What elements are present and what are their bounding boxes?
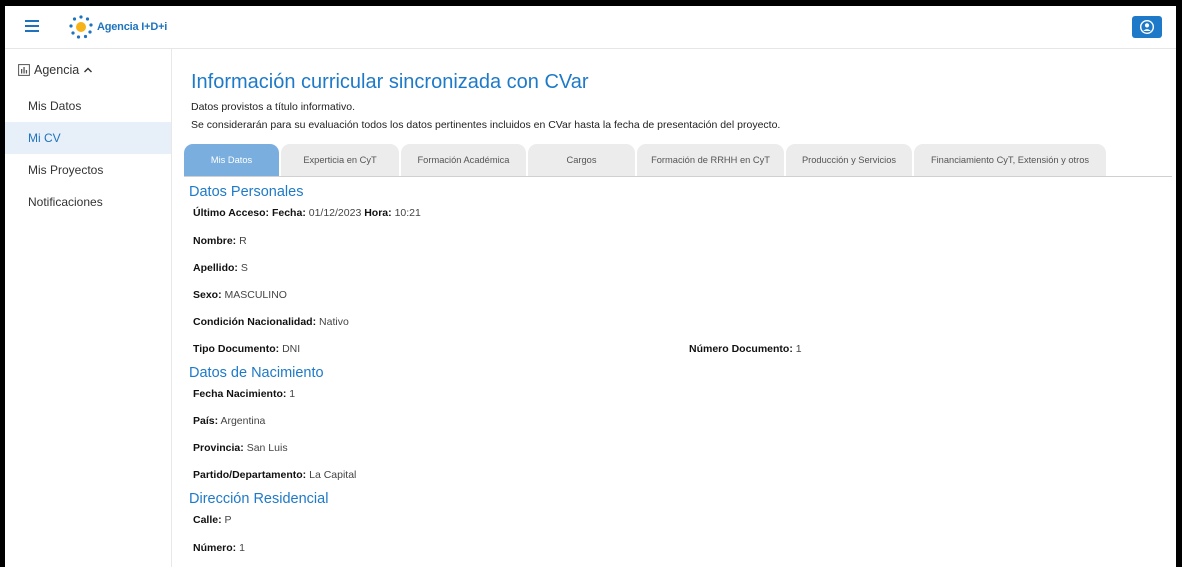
field-label: Nombre: bbox=[193, 235, 237, 247]
field-value: Nativo bbox=[319, 316, 349, 328]
dashboard-icon bbox=[18, 64, 30, 76]
field-value: S bbox=[240, 262, 248, 274]
field-pais: País: Argentina bbox=[193, 415, 265, 427]
field-provincia: Provincia: San Luis bbox=[193, 442, 288, 454]
field-nombre: Nombre: R bbox=[193, 235, 247, 247]
tab-financiamiento[interactable]: Financiamiento CyT, Extensión y otros bbox=[914, 144, 1106, 176]
sun-logo-icon bbox=[69, 15, 93, 39]
field-label: Partido/Departamento: bbox=[193, 469, 307, 481]
tab-mis-datos[interactable]: Mis Datos bbox=[184, 144, 279, 176]
evaluation-note: Se considerarán para su evaluación todos… bbox=[191, 119, 781, 131]
section-title-datos-nacimiento: Datos de Nacimiento bbox=[189, 365, 324, 381]
logo-text: Agencia I+D+i bbox=[97, 21, 168, 33]
field-label: Sexo: bbox=[193, 289, 222, 301]
agency-logo[interactable]: Agencia I+D+i bbox=[68, 14, 167, 40]
tab-formacion-rrhh[interactable]: Formación de RRHH en CyT bbox=[637, 144, 784, 176]
field-value: DNI bbox=[282, 343, 301, 355]
field-label: Calle: bbox=[193, 514, 222, 526]
field-value: Argentina bbox=[220, 415, 266, 427]
field-apellido: Apellido: S bbox=[193, 262, 248, 274]
time-label: Hora: bbox=[364, 207, 392, 219]
tab-cargos[interactable]: Cargos bbox=[528, 144, 635, 176]
info-text: Datos provistos a título informativo. bbox=[191, 101, 355, 113]
field-value: 1 bbox=[289, 388, 296, 400]
top-bar: Agencia I+D+i bbox=[5, 6, 1176, 49]
last-access-label: Último Acceso: bbox=[193, 207, 270, 219]
tab-experticia[interactable]: Experticia en CyT bbox=[281, 144, 399, 176]
tab-produccion-servicios[interactable]: Producción y Servicios bbox=[786, 144, 912, 176]
field-value: P bbox=[224, 514, 232, 526]
field-value: La Capital bbox=[309, 469, 357, 481]
sidebar-item-mis-proyectos[interactable]: Mis Proyectos bbox=[5, 154, 171, 186]
user-account-button[interactable] bbox=[1132, 16, 1162, 38]
field-value: R bbox=[239, 235, 247, 247]
field-tipo-documento: Tipo Documento: DNI bbox=[193, 343, 300, 355]
section-title-direccion: Dirección Residencial bbox=[189, 491, 329, 507]
field-label: País: bbox=[193, 415, 219, 427]
date-value: 01/12/2023 bbox=[308, 207, 362, 219]
field-label: Número Documento: bbox=[689, 343, 793, 355]
sidebar-group-label: Agencia bbox=[34, 63, 80, 77]
page-title: Información curricular sincronizada con … bbox=[191, 71, 589, 93]
tab-formacion-academica[interactable]: Formación Académica bbox=[401, 144, 526, 176]
field-label: Número: bbox=[193, 542, 237, 554]
field-label: Provincia: bbox=[193, 442, 244, 454]
field-partido: Partido/Departamento: La Capital bbox=[193, 469, 356, 481]
field-label: Fecha Nacimiento: bbox=[193, 388, 287, 400]
field-nacionalidad: Condición Nacionalidad: Nativo bbox=[193, 316, 349, 328]
chevron-up-icon bbox=[84, 67, 93, 73]
sidebar-group-agencia[interactable]: Agencia bbox=[18, 63, 93, 77]
main-content: Información curricular sincronizada con … bbox=[184, 49, 1174, 567]
field-numero-documento: Número Documento: 1 bbox=[689, 343, 802, 355]
field-fecha-nacimiento: Fecha Nacimiento: 1 bbox=[193, 388, 295, 400]
app-window: Agencia I+D+i Agencia Mis Datos Mi CV Mi… bbox=[5, 6, 1176, 567]
sidebar: Agencia Mis Datos Mi CV Mis Proyectos No… bbox=[5, 49, 172, 567]
field-value: 1 bbox=[239, 542, 245, 554]
hamburger-menu-icon[interactable] bbox=[25, 20, 39, 32]
field-numero: Número: 1 bbox=[193, 542, 245, 554]
field-label: Tipo Documento: bbox=[193, 343, 280, 355]
field-calle: Calle: P bbox=[193, 514, 232, 526]
sidebar-item-notificaciones[interactable]: Notificaciones bbox=[5, 186, 171, 218]
user-circle-icon bbox=[1140, 20, 1154, 34]
date-label: Fecha: bbox=[271, 207, 306, 219]
field-label: Apellido: bbox=[193, 262, 238, 274]
time-value: 10:21 bbox=[394, 207, 421, 219]
field-value: 1 bbox=[795, 343, 802, 355]
field-value: San Luis bbox=[246, 442, 288, 454]
field-label: Condición Nacionalidad: bbox=[193, 316, 317, 328]
sidebar-item-mis-datos[interactable]: Mis Datos bbox=[5, 90, 171, 122]
tab-bar: Mis Datos Experticia en CyT Formación Ac… bbox=[184, 144, 1172, 177]
field-sexo: Sexo: MASCULINO bbox=[193, 289, 287, 301]
section-title-datos-personales: Datos Personales bbox=[189, 184, 304, 200]
field-ultimo-acceso: Último Acceso: Fecha: 01/12/2023 Hora: 1… bbox=[193, 207, 421, 219]
sidebar-item-mi-cv[interactable]: Mi CV bbox=[5, 122, 171, 154]
field-value: MASCULINO bbox=[224, 289, 287, 301]
